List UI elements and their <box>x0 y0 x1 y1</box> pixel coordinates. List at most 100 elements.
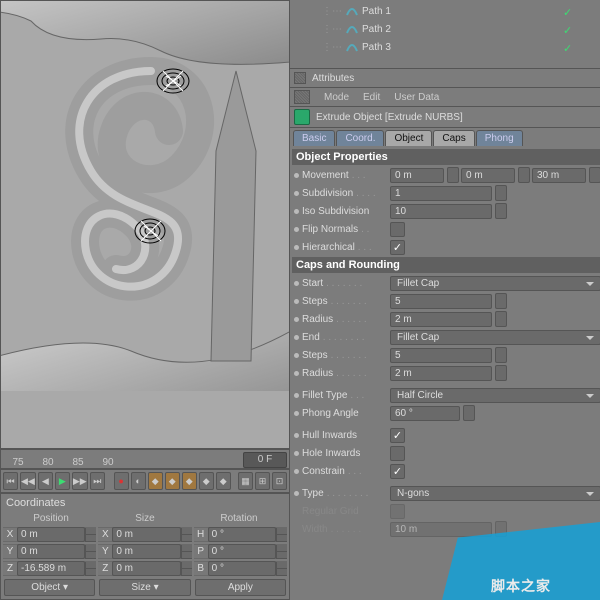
tab-coord[interactable]: Coord. <box>336 130 384 146</box>
menu-userdata[interactable]: User Data <box>394 92 439 103</box>
menu-grip-icon[interactable] <box>294 90 310 104</box>
radius2-field[interactable]: 2 m <box>390 366 492 381</box>
section-object-properties: Object Properties <box>292 149 600 165</box>
tree-indent-icon: ⋮⋯ <box>322 6 342 17</box>
start-cap-dropdown[interactable]: Fillet Cap <box>390 276 600 291</box>
playback-toolbar: ⏮ ◀◀ ◀ ▶ ▶▶ ⏭ ● ◐ ◆ ◆ ◆ ◆ ◆ ▦ ⊞ ⊡ <box>0 469 290 493</box>
goto-start-btn[interactable]: ⏮ <box>3 472 18 490</box>
key-param-btn[interactable]: ◆ <box>199 472 214 490</box>
play-back-btn[interactable]: ◀ <box>38 472 53 490</box>
viewport-3d[interactable] <box>0 0 290 449</box>
visibility-check-icon[interactable]: ✓ <box>563 42 573 52</box>
width-field: 10 m <box>390 522 492 537</box>
steps2-label: Steps <box>302 350 328 361</box>
type-dropdown[interactable]: N-gons <box>390 486 600 501</box>
attributes-menu: Mode Edit User Data <box>290 88 600 107</box>
iso-subdivision-field[interactable]: 10 <box>390 204 492 219</box>
key-rotation-btn[interactable]: ◆ <box>182 472 197 490</box>
section-caps-rounding: Caps and Rounding <box>292 257 600 273</box>
size-x-field[interactable]: X0 m <box>98 527 191 542</box>
coord-mode-dropdown[interactable]: Object ▾ <box>4 579 95 596</box>
spinner[interactable] <box>447 167 459 183</box>
radius1-field[interactable]: 2 m <box>390 312 492 327</box>
tab-caps[interactable]: Caps <box>433 130 474 146</box>
visibility-check-icon[interactable]: ✓ <box>563 6 573 16</box>
fillet-type-dropdown[interactable]: Half Circle <box>390 388 600 403</box>
frame-90: 90 <box>93 457 123 468</box>
rot-p-field[interactable]: P0 ° <box>194 544 287 559</box>
spinner[interactable] <box>495 365 507 381</box>
rot-b-field[interactable]: B0 ° <box>194 561 287 576</box>
steps1-field[interactable]: 5 <box>390 294 492 309</box>
hierarchy-item-path2[interactable]: ⋮⋯ Path 2 ✓ <box>292 20 600 38</box>
steps2-field[interactable]: 5 <box>390 348 492 363</box>
spinner[interactable] <box>518 167 530 183</box>
pos-z-field[interactable]: Z-16.589 m <box>3 561 96 576</box>
hierarchical-checkbox[interactable] <box>390 240 405 255</box>
attribute-tabs: Basic Coord. Object Caps Phong <box>290 128 600 146</box>
hierarchy-item-label: Path 3 <box>362 42 391 53</box>
spline-icon <box>346 5 358 17</box>
pos-x-field[interactable]: X0 m <box>3 527 96 542</box>
subdivision-field[interactable]: 1 <box>390 186 492 201</box>
autokey-btn[interactable]: ◐ <box>131 472 146 490</box>
size-y-field[interactable]: Y0 m <box>98 544 191 559</box>
movement-x-field[interactable]: 0 m <box>390 168 444 183</box>
coordinates-panel: Coordinates Position Size Rotation X0 m … <box>0 493 290 600</box>
col-size: Size <box>98 513 192 524</box>
apply-button[interactable]: Apply <box>195 579 286 596</box>
frame-85: 85 <box>63 457 93 468</box>
step-back-btn[interactable]: ◀◀ <box>20 472 36 490</box>
rot-h-field[interactable]: H0 ° <box>194 527 287 542</box>
hull-inwards-checkbox[interactable] <box>390 428 405 443</box>
tab-basic[interactable]: Basic <box>293 130 335 146</box>
phong-angle-field[interactable]: 60 ° <box>390 406 460 421</box>
frame-field[interactable]: 0 F <box>243 452 287 468</box>
spinner[interactable] <box>495 203 507 219</box>
end-cap-dropdown[interactable]: Fillet Cap <box>390 330 600 345</box>
hole-inwards-label: Hole Inwards <box>302 448 360 459</box>
play-fwd-btn[interactable]: ▶ <box>55 472 70 490</box>
tool2-btn[interactable]: ⊞ <box>255 472 270 490</box>
spinner[interactable] <box>589 167 600 183</box>
movement-z-field[interactable]: 30 m <box>532 168 586 183</box>
hierarchy-item-path3[interactable]: ⋮⋯ Path 3 ✓ <box>292 38 600 56</box>
constrain-checkbox[interactable] <box>390 464 405 479</box>
timeline-ruler[interactable]: 75 80 85 90 0 F <box>0 449 290 469</box>
object-manager[interactable]: ⋮⋯ Path 1 ✓ ⋮⋯ Path 2 ✓ ⋮⋯ Path 3 ✓ <box>290 0 600 69</box>
coordinates-title: Coordinates <box>2 495 288 511</box>
key-scale-btn[interactable]: ◆ <box>165 472 180 490</box>
attributes-title: Attributes <box>312 73 354 84</box>
hole-inwards-checkbox[interactable] <box>390 446 405 461</box>
spinner[interactable] <box>495 311 507 327</box>
record-btn[interactable]: ● <box>114 472 129 490</box>
movement-y-field[interactable]: 0 m <box>461 168 515 183</box>
spinner[interactable] <box>463 405 475 421</box>
spinner[interactable] <box>495 293 507 309</box>
step-fwd-btn[interactable]: ▶▶ <box>72 472 88 490</box>
visibility-check-icon[interactable]: ✓ <box>563 24 573 34</box>
menu-mode[interactable]: Mode <box>324 92 349 103</box>
radius2-label: Radius <box>302 368 333 379</box>
spinner[interactable] <box>495 185 507 201</box>
hierarchy-item-path1[interactable]: ⋮⋯ Path 1 ✓ <box>292 2 600 20</box>
key-pla-btn[interactable]: ◆ <box>216 472 231 490</box>
key-position-btn[interactable]: ◆ <box>148 472 163 490</box>
spinner[interactable] <box>495 347 507 363</box>
pos-y-field[interactable]: Y0 m <box>3 544 96 559</box>
flip-normals-checkbox[interactable] <box>390 222 405 237</box>
goto-end-btn[interactable]: ⏭ <box>90 472 105 490</box>
tool3-btn[interactable]: ⊡ <box>272 472 287 490</box>
object-title-text: Extrude Object [Extrude NURBS] <box>316 112 463 123</box>
tab-phong[interactable]: Phong <box>476 130 523 146</box>
tab-object[interactable]: Object <box>385 130 432 146</box>
start-label: Start <box>302 278 323 289</box>
tool1-btn[interactable]: ▦ <box>238 472 253 490</box>
fillet-type-label: Fillet Type <box>302 390 347 401</box>
panel-grip-icon[interactable] <box>294 72 306 84</box>
size-z-field[interactable]: Z0 m <box>98 561 191 576</box>
frame-80: 80 <box>33 457 63 468</box>
size-mode-dropdown[interactable]: Size ▾ <box>99 579 190 596</box>
menu-edit[interactable]: Edit <box>363 92 380 103</box>
hierarchy-item-label: Path 2 <box>362 24 391 35</box>
